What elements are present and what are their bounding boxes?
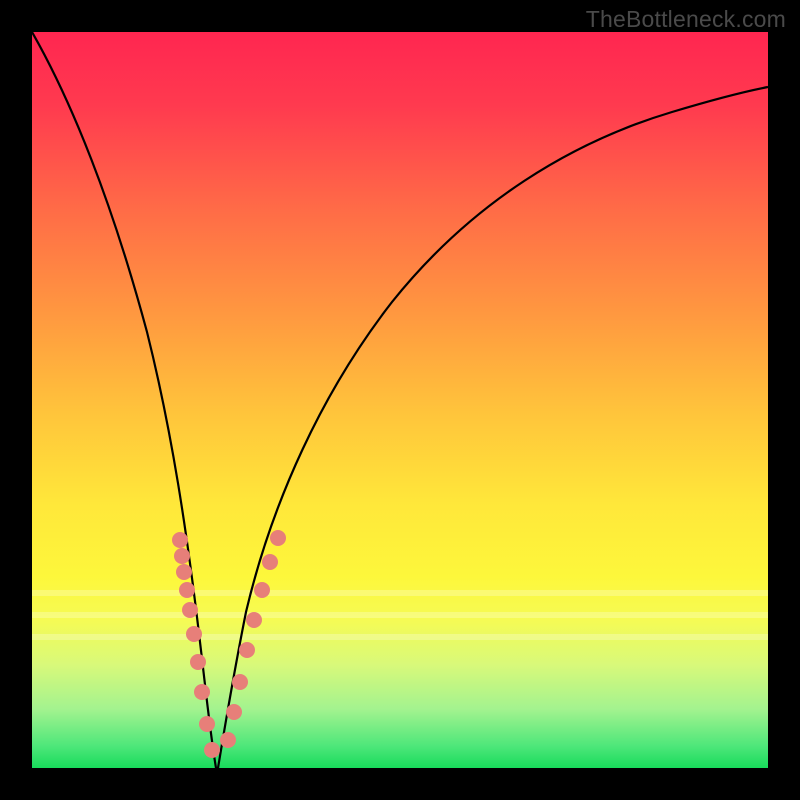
watermark-text: TheBottleneck.com bbox=[586, 6, 786, 33]
chart-frame: TheBottleneck.com bbox=[0, 0, 800, 800]
bottleneck-curve bbox=[32, 32, 768, 768]
curve-layer bbox=[32, 32, 768, 768]
